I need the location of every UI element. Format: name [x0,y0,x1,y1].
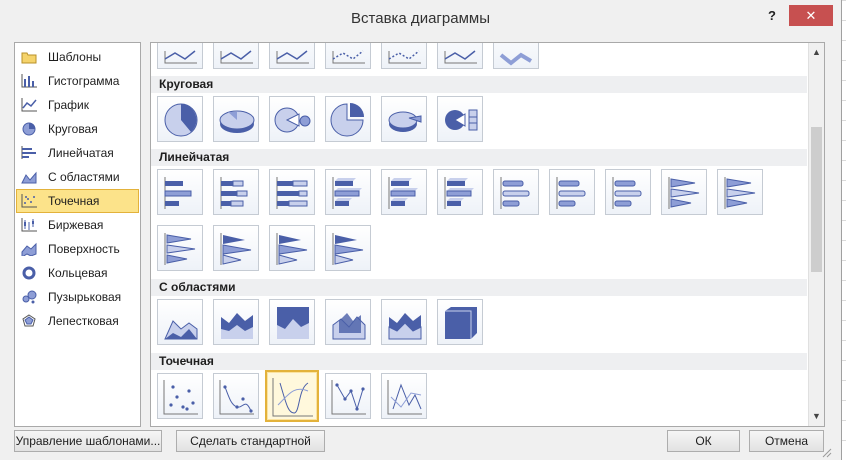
bar-of-pie-thumb[interactable] [437,96,483,142]
line-subtype-thumb[interactable] [325,43,371,69]
section-header-scatter: Точечная [151,353,807,370]
category-label: Шаблоны [48,50,102,64]
category-label: Пузырьковая [48,290,122,304]
insert-chart-dialog: Вставка диаграммы ? ✕ Шаблоны Гистограмм… [0,0,842,460]
bar-subtype-thumb[interactable] [661,169,707,215]
bar-subtype-thumb[interactable] [157,225,203,271]
line-chart-icon [20,97,38,113]
bar-subtype-thumb[interactable] [213,225,259,271]
exploded-pie-3d-thumb[interactable] [381,96,427,142]
category-label: Круговая [48,122,98,136]
category-column[interactable]: Гистограмма [17,70,138,92]
category-stock[interactable]: Биржевая [17,214,138,236]
category-area[interactable]: С областями [17,166,138,188]
pie-chart-icon [20,121,38,137]
category-radar[interactable]: Лепестковая [17,310,138,332]
category-label: Лепестковая [48,314,119,328]
line-subtype-thumb[interactable] [157,43,203,69]
bar-subtype-thumb[interactable] [157,169,203,215]
scatter-chart-icon [20,193,38,209]
scroll-down-arrow-icon[interactable]: ▼ [809,409,824,424]
category-bubble[interactable]: Пузырьковая [17,286,138,308]
category-scatter[interactable]: Точечная [16,189,139,213]
scatter-markers-thumb[interactable] [157,373,203,419]
bar-subtype-thumb[interactable] [325,225,371,271]
line-subtype-thumb[interactable] [269,43,315,69]
column-chart-icon [20,73,38,89]
bar-subtype-thumb[interactable] [269,169,315,215]
100-area-3d-thumb[interactable] [437,299,483,345]
category-label: Поверхность [48,242,120,256]
help-button[interactable]: ? [762,6,782,26]
category-doughnut[interactable]: Кольцевая [17,262,138,284]
bubble-chart-icon [20,289,38,305]
exploded-pie-thumb[interactable] [325,96,371,142]
line-subtype-thumb[interactable] [381,43,427,69]
bar-subtype-thumb[interactable] [325,169,371,215]
area-chart-icon [20,169,38,185]
pie-3d-thumb[interactable] [213,96,259,142]
category-bar[interactable]: Линейчатая [17,142,138,164]
scroll-up-arrow-icon[interactable]: ▲ [809,45,824,60]
folder-icon [20,49,38,65]
stacked-area-thumb[interactable] [213,299,259,345]
set-default-button[interactable]: Сделать стандартной [176,430,325,452]
line-subtype-thumb[interactable] [493,43,539,69]
category-pie[interactable]: Круговая [17,118,138,140]
bar-subtype-thumb[interactable] [493,169,539,215]
stacked-area-3d-thumb[interactable] [381,299,427,345]
surface-chart-icon [20,241,38,257]
doughnut-chart-icon [20,265,38,281]
scatter-straight-lines-thumb[interactable] [381,373,427,419]
scatter-straight-markers-thumb[interactable] [325,373,371,419]
category-label: Точечная [48,194,100,208]
scatter-smooth-lines-thumb[interactable] [265,370,319,422]
cancel-button[interactable]: Отмена [749,430,824,452]
resize-grip-icon[interactable] [820,446,832,458]
line-subtype-thumb[interactable] [213,43,259,69]
100-area-thumb[interactable] [269,299,315,345]
category-label: Линейчатая [48,146,114,160]
bar-subtype-thumb[interactable] [605,169,651,215]
area-thumb[interactable] [157,299,203,345]
bar-subtype-thumb[interactable] [437,169,483,215]
bar-subtype-thumb[interactable] [213,169,259,215]
category-surface[interactable]: Поверхность [17,238,138,260]
scatter-smooth-markers-thumb[interactable] [213,373,259,419]
category-label: С областями [48,170,120,184]
pie-thumb[interactable] [157,96,203,142]
bar-subtype-thumb[interactable] [549,169,595,215]
section-header-pie: Круговая [151,76,807,93]
radar-chart-icon [20,313,38,329]
title-bar: Вставка диаграммы ? ✕ [0,0,841,38]
manage-templates-button[interactable]: Управление шаблонами... [14,430,162,452]
category-label: Гистограмма [48,74,120,88]
line-subtype-thumb[interactable] [437,43,483,69]
category-label: График [48,98,89,112]
area-3d-thumb[interactable] [325,299,371,345]
dialog-title: Вставка диаграммы [351,10,490,27]
bar-chart-icon [20,145,38,161]
ok-button[interactable]: ОК [667,430,740,452]
scroll-thumb[interactable] [811,127,822,272]
stock-chart-icon [20,217,38,233]
chart-category-list: Шаблоны Гистограмма График Круговая Лине… [14,42,141,427]
pie-of-pie-thumb[interactable] [269,96,315,142]
gallery-scrollbar[interactable]: ▲ ▼ [808,43,824,426]
close-button[interactable]: ✕ [789,5,833,26]
bar-subtype-thumb[interactable] [381,169,427,215]
chart-subtype-gallery: Круговая Линейчатая С областями Точечная… [150,42,825,427]
section-header-area: С областями [151,279,807,296]
section-header-bar: Линейчатая [151,149,807,166]
category-line[interactable]: График [17,94,138,116]
bar-subtype-thumb[interactable] [717,169,763,215]
category-templates[interactable]: Шаблоны [17,46,138,68]
category-label: Кольцевая [48,266,108,280]
category-label: Биржевая [48,218,104,232]
bar-subtype-thumb[interactable] [269,225,315,271]
